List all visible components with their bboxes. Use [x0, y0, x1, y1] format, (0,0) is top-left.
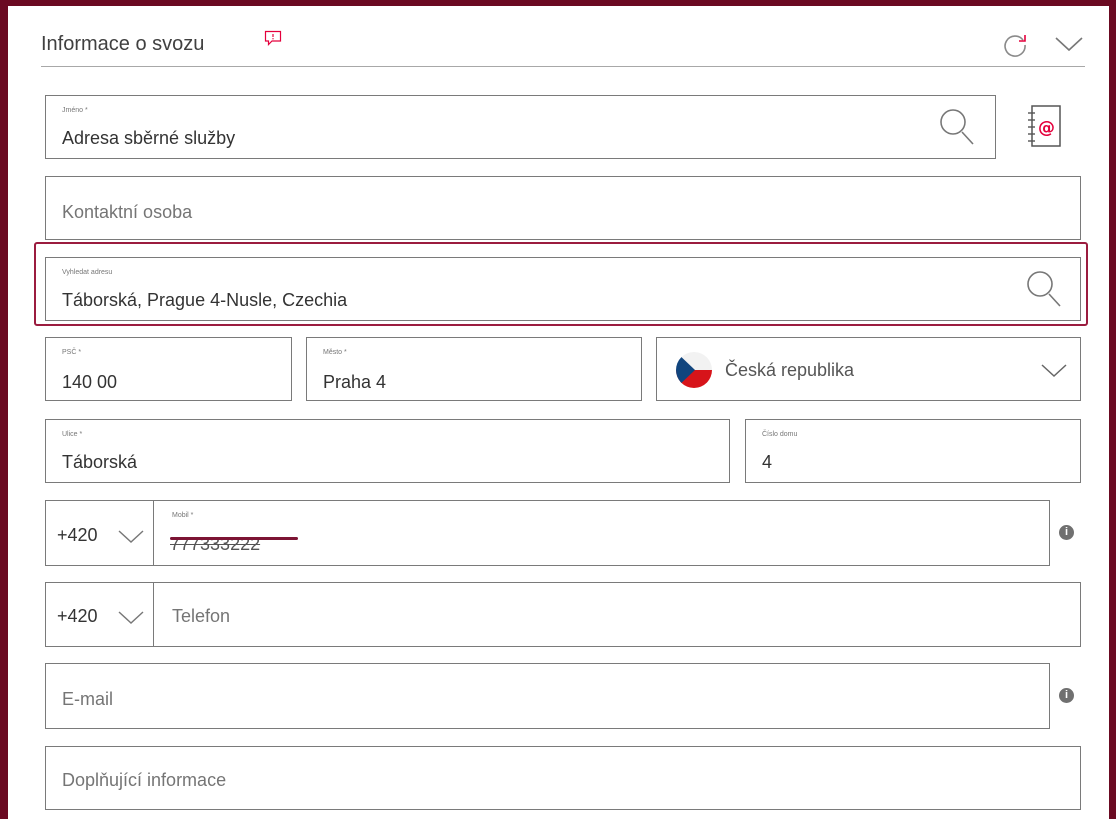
postal-code-field[interactable]: PSČ * 140 00	[45, 337, 292, 401]
speech-bubble-icon[interactable]	[264, 30, 282, 51]
header-divider	[41, 66, 1085, 67]
name-value[interactable]: Adresa sběrné služby	[62, 129, 235, 147]
chevron-down-icon[interactable]	[118, 530, 144, 549]
redaction-line	[170, 537, 298, 540]
street-field[interactable]: Ulice * Táborská	[45, 419, 730, 483]
city-label: Město *	[323, 349, 347, 356]
house-number-label: Číslo domu	[762, 431, 798, 438]
address-search-label: Vyhledat adresu	[62, 269, 113, 276]
info-icon[interactable]: i	[1059, 525, 1074, 540]
phone-field[interactable]: Telefon	[153, 582, 1081, 647]
chevron-down-icon[interactable]	[1054, 36, 1084, 57]
section-title: Informace o svozu	[41, 33, 205, 55]
house-number-field[interactable]: Číslo domu 4	[745, 419, 1081, 483]
name-field[interactable]: Jméno * Adresa sběrné služby	[45, 95, 996, 159]
additional-info-placeholder: Doplňující informace	[62, 770, 227, 790]
refresh-icon[interactable]	[1002, 31, 1028, 62]
address-search-field[interactable]: Vyhledat adresu Táborská, Prague 4-Nusle…	[45, 257, 1081, 321]
chevron-down-icon[interactable]	[1041, 364, 1067, 383]
address-book-icon[interactable]: @	[1026, 104, 1062, 155]
postal-code-label: PSČ *	[62, 349, 82, 356]
street-label: Ulice *	[62, 431, 83, 438]
mobile-field[interactable]: Mobil * 777333222	[153, 500, 1050, 566]
contact-person-placeholder: Kontaktní osoba	[62, 202, 193, 222]
address-search-value[interactable]: Táborská, Prague 4-Nusle, Czechia	[62, 291, 347, 309]
city-value[interactable]: Praha 4	[323, 373, 386, 391]
house-number-value[interactable]: 4	[762, 453, 772, 471]
email-placeholder: E-mail	[62, 689, 114, 709]
street-value[interactable]: Táborská	[62, 453, 137, 471]
email-field[interactable]: E-mail	[45, 663, 1050, 729]
info-icon[interactable]: i	[1059, 688, 1074, 703]
contact-person-field[interactable]: Kontaktní osoba	[45, 176, 1081, 240]
chevron-down-icon[interactable]	[118, 611, 144, 630]
phone-prefix: +420	[57, 606, 98, 626]
mobile-country-code-select[interactable]: +420	[45, 500, 155, 566]
mobile-label: Mobil *	[172, 512, 194, 519]
czech-flag-icon	[675, 351, 713, 394]
city-field[interactable]: Město * Praha 4	[306, 337, 642, 401]
mobile-prefix: +420	[57, 525, 98, 545]
svg-text:@: @	[1038, 118, 1055, 138]
search-icon[interactable]	[939, 108, 975, 151]
postal-code-value[interactable]: 140 00	[62, 373, 117, 391]
country-value[interactable]: Česká republika	[725, 361, 854, 379]
phone-placeholder: Telefon	[172, 606, 231, 626]
phone-country-code-select[interactable]: +420	[45, 582, 155, 647]
search-icon[interactable]	[1026, 270, 1062, 313]
country-select[interactable]: Česká republika	[656, 337, 1081, 401]
additional-info-field[interactable]: Doplňující informace	[45, 746, 1081, 810]
name-label: Jméno *	[62, 107, 88, 114]
